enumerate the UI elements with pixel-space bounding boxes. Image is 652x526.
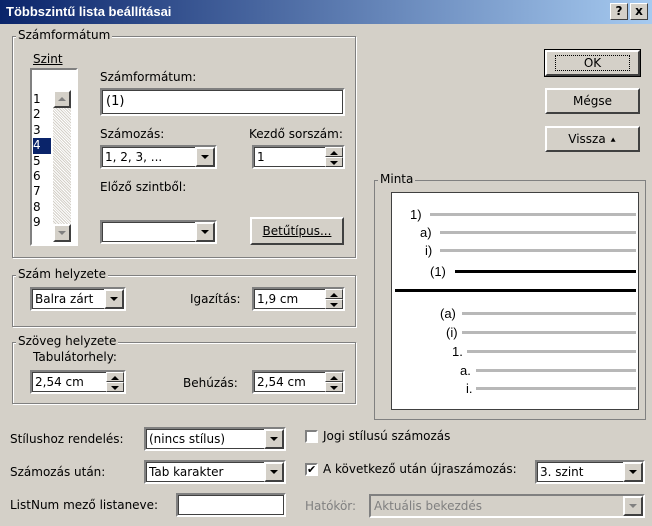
- prev-level-label: Előző szintből:: [100, 180, 187, 194]
- level-scrollbar[interactable]: [53, 90, 71, 240]
- link-style-value: (nincs stílus): [149, 432, 226, 446]
- format-label: Számformátum:: [100, 70, 197, 84]
- preview-item: a): [420, 225, 432, 240]
- cancel-button[interactable]: Mégse: [545, 88, 640, 114]
- tab-spinner[interactable]: [106, 372, 124, 392]
- level-item[interactable]: 2: [33, 107, 53, 122]
- scope-dropdown-button: [623, 496, 643, 516]
- listnum-label: ListNum mező listaneve:: [10, 498, 159, 512]
- align-dropdown-button[interactable]: [104, 289, 124, 309]
- link-style-label: Stílushoz rendelés:: [10, 432, 124, 446]
- scope-value: Aktuális bekezdés: [374, 499, 483, 513]
- level-item[interactable]: 5: [33, 154, 53, 169]
- number-position-label: Szám helyzete: [16, 267, 108, 281]
- scroll-down-button[interactable]: [53, 224, 71, 242]
- legal-checkbox[interactable]: [305, 430, 318, 443]
- scope-label: Hatókör:: [305, 499, 357, 513]
- tab-value: 2,54 cm: [35, 375, 84, 389]
- level-item[interactable]: 1: [33, 92, 53, 107]
- preview-item: (i): [446, 325, 458, 340]
- level-item[interactable]: 6: [33, 169, 53, 184]
- numbering-label: Számozás:: [100, 127, 165, 141]
- scope-select: Aktuális bekezdés: [369, 494, 645, 518]
- indent-label: Behúzás:: [183, 376, 238, 390]
- window-title: Többszintű lista beállításai: [6, 4, 172, 19]
- preview-line-current: [455, 270, 636, 273]
- preview-item: i): [425, 243, 433, 258]
- start-label: Kezdő sorszám:: [249, 127, 343, 141]
- follow-dropdown-button[interactable]: [264, 462, 284, 482]
- follow-value: Tab karakter: [149, 465, 224, 479]
- start-spinner[interactable]: [325, 147, 343, 167]
- preview-line: [476, 369, 636, 372]
- preview-line: [467, 350, 636, 353]
- restart-label: A következő után újraszámozás:: [323, 462, 517, 476]
- preview-line: [440, 249, 636, 252]
- tab-label: Tabulátorhely:: [33, 350, 117, 364]
- prev-level-dropdown-button[interactable]: [195, 222, 215, 242]
- start-value: 1: [257, 150, 265, 164]
- numbering-dropdown-button[interactable]: [195, 147, 215, 167]
- format-input[interactable]: (1): [100, 88, 345, 116]
- chevron-up-icon: ⯅: [609, 136, 617, 146]
- align-value: Balra zárt: [35, 292, 94, 306]
- preview-label: Minta: [378, 172, 416, 186]
- check-icon: ✔: [307, 463, 317, 476]
- restart-dropdown-button[interactable]: [623, 462, 643, 482]
- preview-line: [430, 213, 636, 216]
- text-position-label: Szöveg helyzete: [16, 334, 119, 348]
- preview-line: [462, 331, 636, 334]
- restart-value: 3. szint: [540, 465, 584, 479]
- preview-item: 1): [410, 207, 422, 222]
- restart-checkbox[interactable]: ✔: [305, 463, 318, 476]
- preview-line: [440, 231, 636, 234]
- level-item[interactable]: 9: [33, 215, 53, 230]
- preview-item: a.: [460, 363, 471, 378]
- close-button[interactable]: x: [630, 3, 648, 20]
- preview-line: [462, 312, 636, 315]
- format-value: (1): [106, 94, 125, 109]
- preview-item-current: (1): [430, 264, 446, 279]
- listnum-input[interactable]: [176, 493, 286, 517]
- level-item-selected[interactable]: 4: [33, 138, 51, 154]
- preview-line-current: [395, 289, 636, 292]
- follow-label: Számozás után:: [10, 465, 106, 479]
- indent-value: 2,54 cm: [257, 375, 306, 389]
- ok-button[interactable]: OK: [544, 49, 641, 77]
- help-button[interactable]: ?: [610, 3, 628, 20]
- level-items: 1 2 3 4 5 6 7 8 9: [33, 92, 53, 231]
- level-item[interactable]: 3: [33, 123, 53, 138]
- alignment-spinner[interactable]: [325, 289, 343, 309]
- level-item[interactable]: 7: [33, 184, 53, 199]
- preview-item: 1.: [452, 344, 463, 359]
- back-button[interactable]: Vissza ⯅: [545, 126, 640, 152]
- preview-item: (a): [440, 306, 456, 321]
- legal-label: Jogi stílusú számozás: [323, 429, 451, 443]
- scroll-up-button[interactable]: [53, 90, 71, 108]
- indent-spinner[interactable]: [325, 372, 343, 392]
- number-format-group-label: Számformátum: [16, 28, 113, 42]
- alignment-value: 1,9 cm: [257, 292, 299, 306]
- level-item[interactable]: 8: [33, 200, 53, 215]
- numbering-value: 1, 2, 3, ...: [105, 150, 163, 164]
- preview-item: i.: [466, 381, 473, 396]
- level-label: Szint: [33, 52, 63, 66]
- link-style-dropdown-button[interactable]: [264, 429, 284, 449]
- font-button[interactable]: Betűtípus...: [250, 217, 344, 245]
- alignment-label: Igazítás:: [190, 292, 241, 306]
- preview-line: [476, 387, 636, 390]
